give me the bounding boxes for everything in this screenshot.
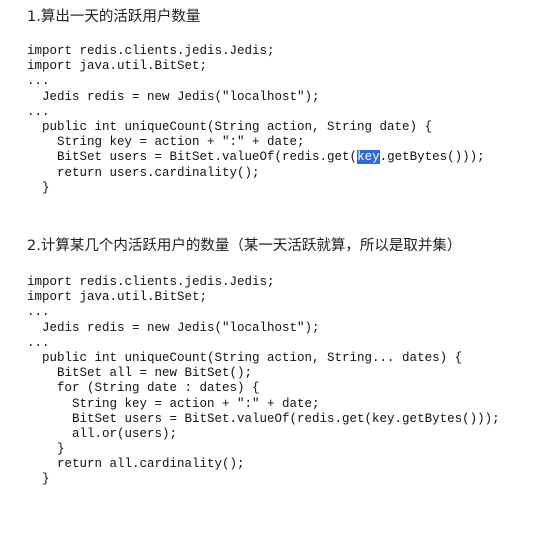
section-1-heading: 1.算出一天的活跃用户数量 [27,9,201,25]
code-line: import java.util.BitSet; [27,290,208,305]
code-line: return users.cardinality(); [27,165,260,180]
code-line-suffix: .getBytes())); [379,150,485,165]
code-line: } [27,442,65,457]
selected-text-highlight[interactable]: key [357,150,380,165]
code-line: public int uniqueCount(String action, St… [27,350,463,365]
code-line: String key = action + ":" + date; [27,135,305,150]
code-line: BitSet users = BitSet.valueOf(redis.get(… [27,411,500,426]
code-line-prefix: BitSet users = BitSet.valueOf(redis.get( [27,150,358,165]
code-line: ... [27,335,50,350]
code-line: } [27,472,50,487]
code-line: Jedis redis = new Jedis("localhost"); [27,320,320,335]
section-1-code-block: import redis.clients.jedis.Jedis; import … [27,44,485,196]
code-line: Jedis redis = new Jedis("localhost"); [27,89,320,104]
code-line: } [27,180,50,195]
code-line: return all.cardinality(); [27,457,245,472]
code-line: ... [27,104,50,119]
code-line: for (String date : dates) { [27,381,260,396]
code-line: ... [27,74,50,89]
code-line: BitSet all = new BitSet(); [27,366,253,381]
section-2-heading: 2.计算某几个内活跃用户的数量（某一天活跃就算，所以是取并集） [27,238,462,254]
code-line: ... [27,305,50,320]
code-line: import redis.clients.jedis.Jedis; [27,275,275,289]
code-line: String key = action + ":" + date; [27,396,320,411]
code-line: import java.util.BitSet; [27,59,208,74]
code-line: all.or(users); [27,426,178,441]
code-line: public int uniqueCount(String action, St… [27,119,433,134]
code-line: import redis.clients.jedis.Jedis; [27,44,275,58]
code-line-with-selection: BitSet users = BitSet.valueOf(redis.get(… [27,150,485,165]
section-2-code-block: import redis.clients.jedis.Jedis; import … [27,275,500,488]
